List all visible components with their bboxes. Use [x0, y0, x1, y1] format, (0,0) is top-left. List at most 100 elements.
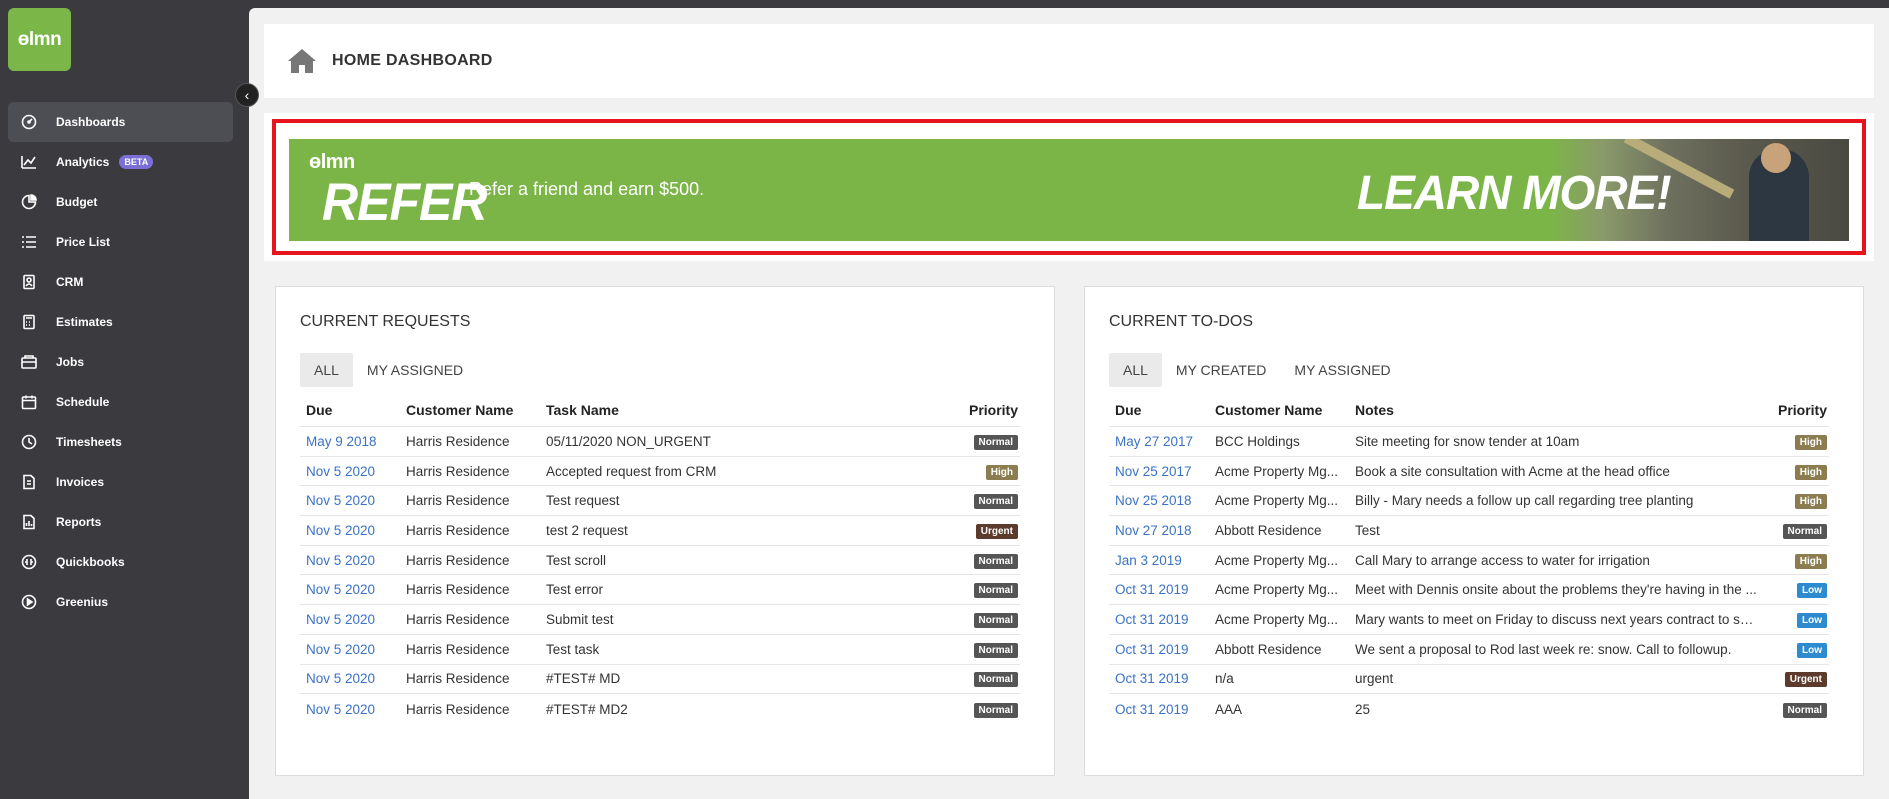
refer-banner[interactable]: ɵlmn REFER Refer a friend and earn $500.…: [289, 139, 1849, 241]
due-date-link[interactable]: Nov 27 2018: [1109, 523, 1209, 538]
sidebar-item-greenius[interactable]: Greenius: [8, 582, 233, 622]
learn-more-link[interactable]: LEARN MORE!: [1357, 164, 1672, 221]
tab-my-assigned[interactable]: MY ASSIGNED: [353, 353, 477, 387]
task-name: urgent: [1355, 671, 1394, 687]
column-header[interactable]: Notes: [1349, 402, 1759, 418]
due-date-link[interactable]: Oct 31 2019: [1109, 582, 1209, 597]
task-name: Test error: [546, 582, 604, 598]
sidebar-item-analytics[interactable]: Analytics BETA: [8, 142, 233, 182]
priority-cell: High: [1759, 552, 1829, 569]
list-icon: [20, 233, 38, 251]
tab-all[interactable]: ALL: [300, 353, 353, 387]
sidebar-item-quickbooks[interactable]: Quickbooks: [8, 542, 233, 582]
sidebar: ɵlmn Dashboards Analytics BETA Budget Price …: [0, 0, 249, 799]
sidebar-item-timesheets[interactable]: Timesheets: [8, 422, 233, 462]
table-row[interactable]: Nov 5 2020 Harris Residence Test task Norma…: [300, 635, 1020, 665]
priority-badge: Urgent: [1784, 672, 1827, 688]
table-header: Due Customer Name Notes Priority: [1109, 393, 1829, 427]
sidebar-item-price-list[interactable]: Price List: [8, 222, 233, 262]
table-row[interactable]: Nov 5 2020 Harris Residence Accepted reque…: [300, 457, 1020, 487]
table-row[interactable]: Oct 31 2019 AAA 25 Normal: [1109, 694, 1829, 724]
table-row[interactable]: Nov 25 2018 Acme Property Mg... Billy - Ma…: [1109, 486, 1829, 517]
due-date-link[interactable]: Nov 5 2020: [300, 642, 400, 657]
table-row[interactable]: Jan 3 2019 Acme Property Mg... Call Mary t…: [1109, 546, 1829, 576]
priority-badge: Normal: [973, 672, 1018, 688]
customer-name: Harris Residence: [406, 611, 510, 627]
sidebar-item-label: Quickbooks: [56, 555, 125, 569]
table-row[interactable]: Nov 5 2020 Harris Residence #TEST# MD Norma…: [300, 665, 1020, 695]
due-date-link[interactable]: Nov 5 2020: [300, 553, 400, 568]
task-name: Mary wants to meet on Friday to discuss …: [1355, 611, 1759, 627]
sidebar-item-label: Analytics: [56, 155, 110, 169]
due-date-link[interactable]: Oct 31 2019: [1109, 642, 1209, 657]
customer-name: Acme Property Mg...: [1215, 611, 1339, 627]
column-header[interactable]: Customer Name: [400, 402, 540, 418]
due-date-link[interactable]: Nov 5 2020: [300, 702, 400, 717]
due-date-link[interactable]: May 9 2018: [300, 434, 400, 449]
due-date-link[interactable]: Nov 5 2020: [300, 582, 400, 597]
table-row[interactable]: Nov 5 2020 Harris Residence test 2 request…: [300, 516, 1020, 546]
task-name: Test task: [546, 641, 600, 657]
table-row[interactable]: May 9 2018 Harris Residence 05/11/2020 NON…: [300, 427, 1020, 457]
sidebar-item-dashboards[interactable]: Dashboards: [8, 102, 233, 142]
sidebar-item-estimates[interactable]: Estimates: [8, 302, 233, 342]
tab-my-created[interactable]: MY CREATED: [1162, 353, 1281, 387]
customer-name: n/a: [1215, 671, 1234, 687]
app-logo[interactable]: ɵlmn: [8, 8, 71, 71]
due-date-link[interactable]: Oct 31 2019: [1109, 612, 1209, 627]
table-row[interactable]: Oct 31 2019 Acme Property Mg... Meet with …: [1109, 575, 1829, 606]
sidebar-nav: Dashboards Analytics BETA Budget Price List C…: [8, 102, 233, 622]
due-date-link[interactable]: Nov 5 2020: [300, 464, 400, 479]
sidebar-item-jobs[interactable]: Jobs: [8, 342, 233, 382]
column-header[interactable]: Due: [1109, 402, 1209, 418]
table-row[interactable]: May 27 2017 BCC Holdings Site meeting for …: [1109, 427, 1829, 457]
sidebar-item-label: Budget: [56, 195, 98, 209]
sidebar-item-label: Price List: [56, 235, 111, 249]
priority-cell: Normal: [940, 611, 1020, 628]
invoice-icon: [20, 473, 38, 491]
sidebar-item-label: Greenius: [56, 595, 109, 609]
customer-name: Harris Residence: [406, 463, 510, 479]
column-header[interactable]: Customer Name: [1209, 402, 1349, 418]
column-header[interactable]: Priority: [940, 402, 1020, 418]
table-row[interactable]: Nov 5 2020 Harris Residence Test request No…: [300, 486, 1020, 517]
table-row[interactable]: Oct 31 2019 n/a urgent Urgent: [1109, 665, 1829, 695]
table-row[interactable]: Nov 5 2020 Harris Residence Test error Norm…: [300, 575, 1020, 606]
customer-name: Abbott Residence: [1215, 522, 1322, 538]
table-row[interactable]: Oct 31 2019 Abbott Residence We sent a pro…: [1109, 635, 1829, 665]
due-date-link[interactable]: Oct 31 2019: [1109, 702, 1209, 717]
sidebar-item-budget[interactable]: Budget: [8, 182, 233, 222]
table-row[interactable]: Nov 27 2018 Abbott Residence Test Normal: [1109, 516, 1829, 546]
table-row[interactable]: Nov 5 2020 Harris Residence #TEST# MD2 Norm…: [300, 694, 1020, 724]
table-row[interactable]: Nov 25 2017 Acme Property Mg... Book a sit…: [1109, 457, 1829, 487]
due-date-link[interactable]: May 27 2017: [1109, 434, 1209, 449]
sidebar-item-reports[interactable]: Reports: [8, 502, 233, 542]
due-date-link[interactable]: Nov 25 2018: [1109, 493, 1209, 508]
column-header[interactable]: Priority: [1759, 402, 1829, 418]
customer-name: Harris Residence: [406, 493, 510, 509]
due-date-link[interactable]: Nov 5 2020: [300, 612, 400, 627]
tab-all[interactable]: ALL: [1109, 353, 1162, 387]
due-date-link[interactable]: Jan 3 2019: [1109, 553, 1209, 568]
table-row[interactable]: Nov 5 2020 Harris Residence Test scroll Nor…: [300, 546, 1020, 576]
sidebar-item-schedule[interactable]: Schedule: [8, 382, 233, 422]
table-row[interactable]: Oct 31 2019 Acme Property Mg... Mary wants…: [1109, 605, 1829, 635]
priority-cell: Normal: [940, 641, 1020, 658]
column-header[interactable]: Due: [300, 402, 400, 418]
collapse-sidebar-button[interactable]: ‹: [235, 83, 259, 107]
due-date-link[interactable]: Nov 5 2020: [300, 493, 400, 508]
task-name: 25: [1355, 701, 1371, 717]
due-date-link[interactable]: Nov 5 2020: [300, 523, 400, 538]
priority-cell: Normal: [940, 433, 1020, 450]
tab-my-assigned[interactable]: MY ASSIGNED: [1280, 353, 1404, 387]
sidebar-item-crm[interactable]: CRM: [8, 262, 233, 302]
beta-badge: BETA: [119, 155, 154, 169]
banner-title: REFER: [322, 172, 487, 232]
due-date-link[interactable]: Nov 25 2017: [1109, 464, 1209, 479]
due-date-link[interactable]: Nov 5 2020: [300, 671, 400, 686]
priority-badge: Normal: [973, 612, 1018, 628]
table-row[interactable]: Nov 5 2020 Harris Residence Submit test Nor…: [300, 605, 1020, 635]
column-header[interactable]: Task Name: [540, 402, 940, 418]
due-date-link[interactable]: Oct 31 2019: [1109, 671, 1209, 686]
sidebar-item-invoices[interactable]: Invoices: [8, 462, 233, 502]
